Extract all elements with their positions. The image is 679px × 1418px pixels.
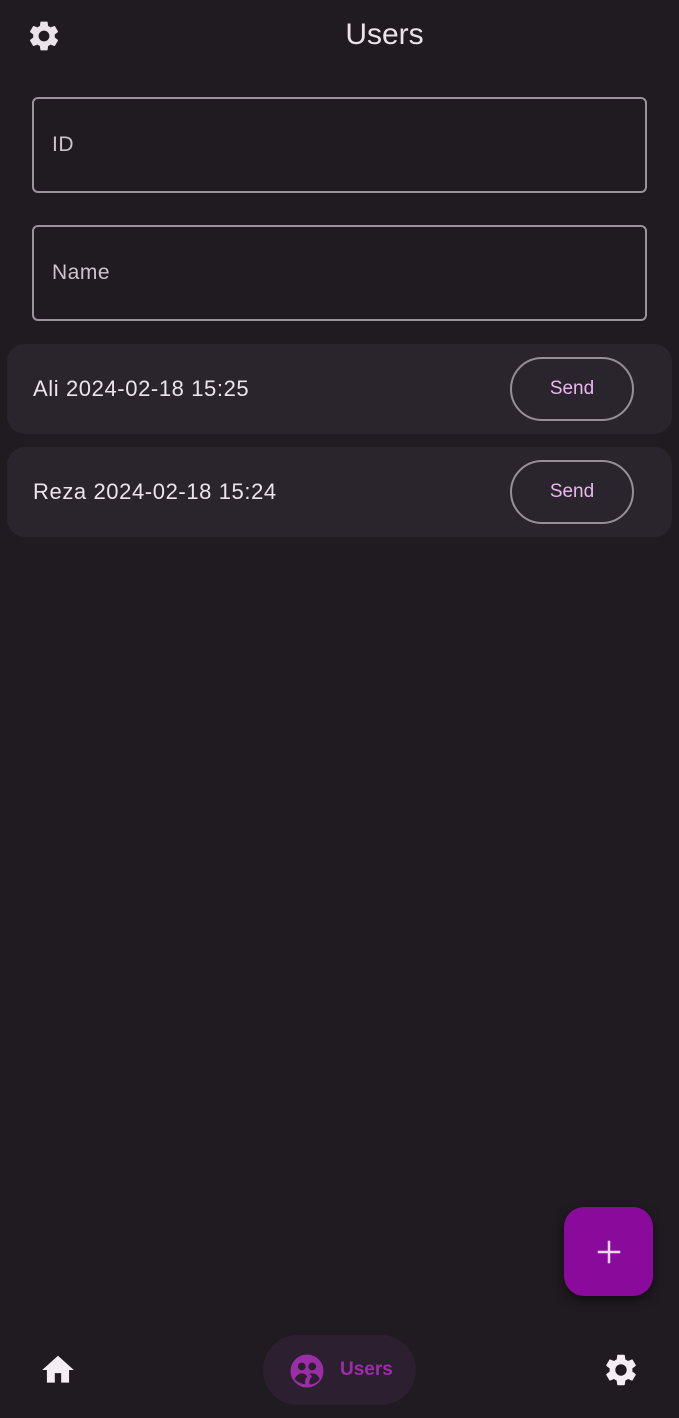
plus-icon (597, 1240, 620, 1263)
send-button[interactable]: Send (510, 460, 634, 524)
list-item: Ali 2024-02-18 15:25 Send (7, 344, 672, 434)
nav-users[interactable]: Users (263, 1335, 416, 1405)
send-button[interactable]: Send (510, 357, 634, 421)
top-app-bar: Users (0, 0, 679, 72)
name-field-container (32, 225, 647, 321)
name-input[interactable] (34, 227, 645, 319)
bottom-navigation: Users (0, 1320, 679, 1418)
nav-users-label: Users (340, 1359, 393, 1380)
home-icon (42, 1355, 74, 1383)
nav-home[interactable] (30, 1348, 86, 1392)
user-entry-text: Ali 2024-02-18 15:25 (33, 376, 250, 401)
id-field-container (32, 97, 647, 193)
gear-icon (606, 1354, 636, 1386)
add-user-button[interactable] (564, 1207, 653, 1296)
id-input[interactable] (34, 99, 645, 191)
user-entry-text: Reza 2024-02-18 15:24 (33, 479, 277, 504)
users-screen: Users Ali 2024-02-18 15:25 Send Reza 202… (0, 0, 679, 1418)
page-title: Users (345, 18, 424, 51)
nav-settings[interactable] (594, 1346, 648, 1394)
users-icon (290, 1354, 324, 1388)
list-item: Reza 2024-02-18 15:24 Send (7, 447, 672, 537)
